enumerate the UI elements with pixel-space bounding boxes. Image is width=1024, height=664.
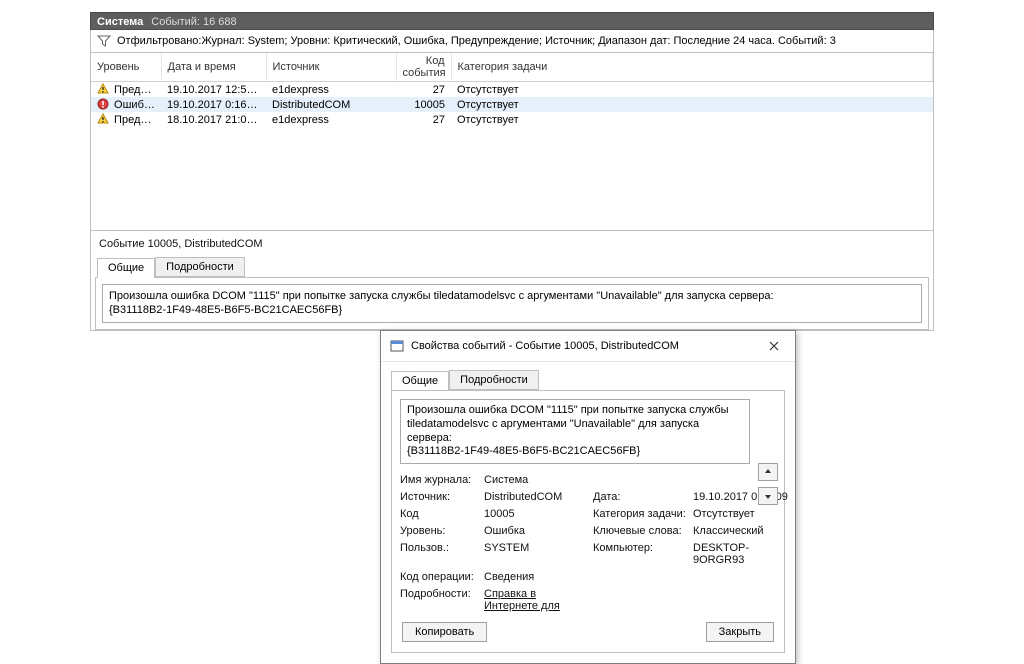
dialog-close-button[interactable] [761,336,787,356]
preview-tabs: Общие Подробности [91,257,933,277]
events-table[interactable]: Уровень Дата и время Источник Код событи… [90,53,934,231]
event-count: Событий: 16 688 [151,13,236,29]
val-moreinfo-link[interactable]: Справка в Интернете для [484,588,589,612]
filter-summary-bar: Отфильтровано:Журнал: System; Уровни: Кр… [90,30,934,53]
col-source[interactable]: Источник [266,53,396,82]
lbl-date: Дата: [593,491,689,503]
val-taskcat: Отсутствует [693,508,789,520]
log-title: Система [97,13,143,29]
preview-content: Произошла ошибка DCOM "1115" при попытке… [95,277,929,330]
lbl-moreinfo: Подробности: [400,588,480,612]
col-level[interactable]: Уровень [91,53,161,82]
col-date[interactable]: Дата и время [161,53,266,82]
val-level: Ошибка [484,525,589,537]
lbl-opcode: Код операции: [400,571,480,583]
lbl-keywords: Ключевые слова: [593,525,689,537]
next-event-button[interactable] [758,487,778,505]
close-button[interactable]: Закрыть [706,622,774,642]
preview-message-line1: Произошла ошибка DCOM "1115" при попытке… [109,289,915,303]
table-row[interactable]: Предупреж…18.10.2017 21:05:23e1dexpress2… [91,112,933,127]
filter-icon [97,34,111,48]
dialog-tab-details[interactable]: Подробности [449,370,539,390]
col-category[interactable]: Категория задачи [451,53,933,82]
lbl-user: Пользов.: [400,542,480,566]
dialog-titlebar[interactable]: Свойства событий - Событие 10005, Distri… [381,331,795,362]
val-keywords: Классический [693,525,789,537]
val-source: DistributedCOM [484,491,589,503]
dialog-title-text: Свойства событий - Событие 10005, Distri… [411,340,679,352]
event-preview-pane: Событие 10005, DistributedCOM Общие Подр… [90,231,934,331]
col-code[interactable]: Код события [396,53,451,82]
table-row[interactable]: Ошибка19.10.2017 0:16:09DistributedCOM10… [91,97,933,112]
dialog-tabs: Общие Подробности [391,370,785,390]
dialog-message-line2: {B31118B2-1F49-48E5-B6F5-BC21CAEC56FB} [407,445,743,459]
dialog-message: Произошла ошибка DCOM "1115" при попытке… [400,399,750,464]
val-user: SYSTEM [484,542,589,566]
preview-title: Событие 10005, DistributedCOM [91,235,933,253]
dialog-icon [389,338,405,354]
val-code: 10005 [484,508,589,520]
lbl-taskcat: Категория задачи: [593,508,689,520]
lbl-log: Имя журнала: [400,474,480,486]
copy-button[interactable]: Копировать [402,622,487,642]
event-properties-dialog: Свойства событий - Событие 10005, Distri… [380,330,796,664]
val-log: Система [484,474,589,486]
prev-event-button[interactable] [758,463,778,481]
table-row[interactable]: Предупреж…19.10.2017 12:59:55e1dexpress2… [91,82,933,98]
dialog-tab-general[interactable]: Общие [391,371,449,391]
dialog-content: Произошла ошибка DCOM "1115" при попытке… [391,390,785,653]
tab-details[interactable]: Подробности [155,257,245,277]
dialog-message-line1: Произошла ошибка DCOM "1115" при попытке… [407,404,743,445]
table-header-row[interactable]: Уровень Дата и время Источник Код событи… [91,53,933,82]
filter-text: Отфильтровано:Журнал: System; Уровни: Кр… [117,35,836,47]
lbl-code: Код [400,508,480,520]
event-properties-grid: Имя журнала: Система Источник: Distribut… [400,474,776,612]
event-log-header: Система Событий: 16 688 [90,12,934,30]
lbl-computer: Компьютер: [593,542,689,566]
preview-message-line2: {B31118B2-1F49-48E5-B6F5-BC21CAEC56FB} [109,303,915,317]
val-computer: DESKTOP-9ORGR93 [693,542,789,566]
lbl-source: Источник: [400,491,480,503]
preview-message: Произошла ошибка DCOM "1115" при попытке… [102,284,922,323]
val-opcode: Сведения [484,571,589,583]
tab-general[interactable]: Общие [97,258,155,278]
lbl-level: Уровень: [400,525,480,537]
